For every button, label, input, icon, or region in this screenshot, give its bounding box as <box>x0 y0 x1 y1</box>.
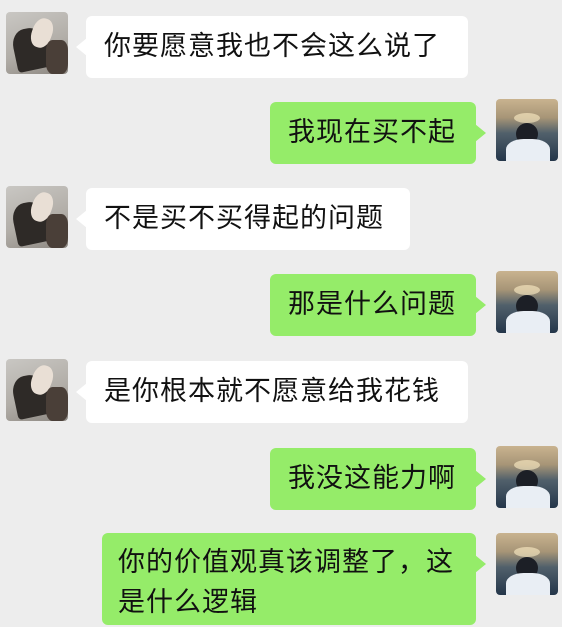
outgoing-message-bubble[interactable]: 我没这能力啊 <box>270 448 486 510</box>
message-row-outgoing: 我没这能力啊 <box>0 446 562 512</box>
user-avatar[interactable] <box>496 271 558 333</box>
incoming-message-bubble[interactable]: 是你根本就不愿意给我花钱 <box>76 361 468 423</box>
outgoing-message-bubble[interactable]: 你的价值观真该调整了，这是什么逻辑 <box>102 533 486 625</box>
user-avatar[interactable] <box>496 446 558 508</box>
user-avatar[interactable] <box>496 533 558 595</box>
message-row-outgoing: 我现在买不起 <box>0 99 562 165</box>
outgoing-message-bubble[interactable]: 我现在买不起 <box>270 102 486 164</box>
message-row-outgoing: 你的价值观真该调整了，这是什么逻辑 <box>0 533 562 627</box>
chat-conversation: 你要愿意我也不会这么说了 我现在买不起 不是买不买得起的问题 那是什么问题 是你… <box>0 0 562 627</box>
contact-avatar[interactable] <box>6 12 68 74</box>
message-row-incoming: 不是买不买得起的问题 <box>0 186 562 252</box>
user-avatar[interactable] <box>496 99 558 161</box>
incoming-message-bubble[interactable]: 你要愿意我也不会这么说了 <box>76 16 468 78</box>
message-row-incoming: 是你根本就不愿意给我花钱 <box>0 359 562 425</box>
contact-avatar[interactable] <box>6 359 68 421</box>
message-row-incoming: 你要愿意我也不会这么说了 <box>0 12 562 78</box>
message-row-outgoing: 那是什么问题 <box>0 271 562 337</box>
outgoing-message-bubble[interactable]: 那是什么问题 <box>270 274 486 336</box>
contact-avatar[interactable] <box>6 186 68 248</box>
incoming-message-bubble[interactable]: 不是买不买得起的问题 <box>76 188 410 250</box>
